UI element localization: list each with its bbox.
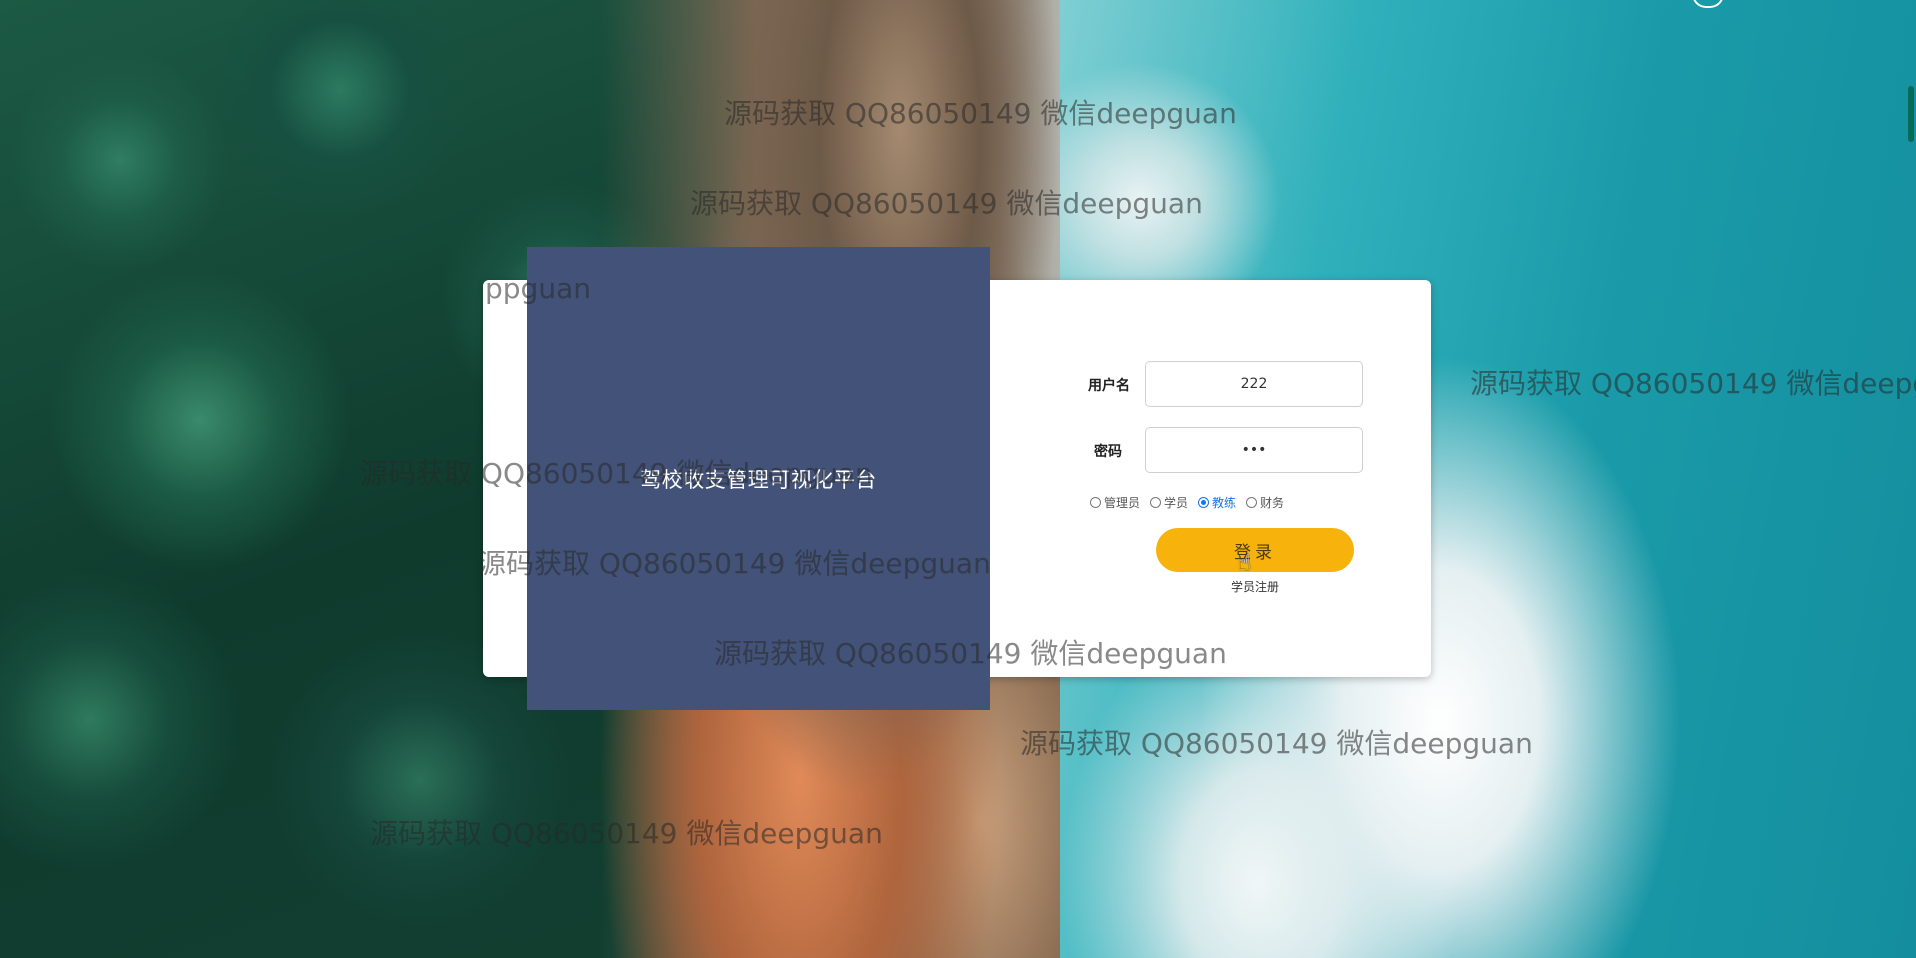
role-label: 管理员 xyxy=(1104,496,1141,510)
role-student[interactable]: 学员 xyxy=(1150,494,1188,511)
password-input[interactable] xyxy=(1145,427,1363,473)
password-label: 密码 xyxy=(1094,444,1122,460)
username-label: 用户名 xyxy=(1088,378,1130,394)
hand-cursor-icon: ☝ xyxy=(1238,551,1252,576)
role-admin[interactable]: 管理员 xyxy=(1090,494,1140,511)
role-finance[interactable]: 财务 xyxy=(1246,494,1284,511)
title-panel: 驾校收支管理可视化平台 xyxy=(527,247,990,710)
login-button[interactable]: 登录 xyxy=(1156,528,1354,572)
radio-icon[interactable] xyxy=(1246,497,1258,508)
radio-icon[interactable] xyxy=(1090,497,1101,508)
username-input[interactable] xyxy=(1145,361,1363,407)
register-link[interactable]: 学员注册 xyxy=(1205,578,1305,595)
role-coach[interactable]: 教练 xyxy=(1198,494,1236,511)
radio-selected-icon[interactable] xyxy=(1198,497,1210,508)
role-label: 学员 xyxy=(1164,496,1189,510)
app-title: 驾校收支管理可视化平台 xyxy=(640,467,877,492)
radio-icon[interactable] xyxy=(1150,497,1162,508)
role-label: 财务 xyxy=(1260,496,1285,510)
scrollbar-thumb[interactable] xyxy=(1908,86,1914,142)
role-label: 教练 xyxy=(1212,496,1237,510)
role-selector: 管理员 学员 教练 财务 xyxy=(1090,494,1284,511)
